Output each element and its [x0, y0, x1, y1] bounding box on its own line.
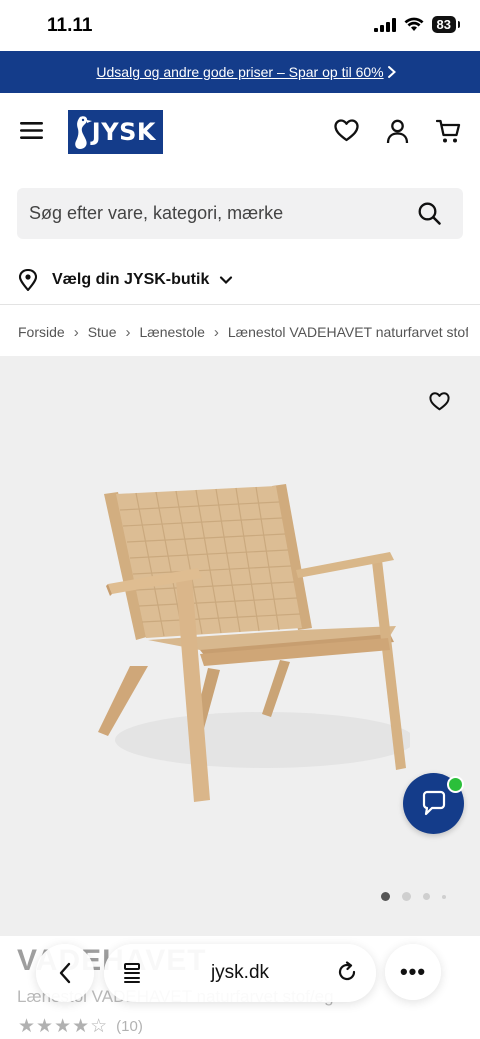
breadcrumb-current: Lænestol VADEHAVET naturfarvet stofteg — [227, 324, 468, 340]
search-placeholder: Søg efter vare, kategori, mærke — [29, 203, 284, 223]
breadcrumb-item[interactable]: Forside — [18, 324, 65, 340]
rating-stars-icon: ★★★★☆ — [18, 1016, 109, 1037]
pagination-dot[interactable] — [402, 892, 411, 901]
more-options-button[interactable]: ••• — [385, 944, 441, 1000]
signal-icon — [373, 17, 396, 32]
chat-bubble-icon — [422, 790, 445, 815]
breadcrumb-separator-icon: › — [125, 323, 131, 341]
goose-logo-icon — [75, 116, 92, 149]
logo-text: JYSK — [91, 118, 156, 146]
review-count: (10) — [116, 1018, 143, 1035]
account-icon[interactable] — [386, 119, 409, 144]
menu-icon[interactable] — [20, 121, 43, 140]
pagination-dot[interactable] — [442, 894, 446, 899]
gallery-pagination[interactable] — [381, 892, 446, 901]
location-pin-icon — [18, 269, 38, 291]
pagination-dot[interactable] — [423, 893, 430, 900]
pagination-dot-active[interactable] — [381, 892, 390, 901]
breadcrumb-separator-icon: › — [73, 323, 79, 341]
chevron-right-icon — [388, 66, 396, 78]
store-label: Vælg din JYSK-butik — [52, 271, 210, 288]
breadcrumb-separator-icon: › — [213, 323, 219, 341]
cart-icon[interactable] — [436, 119, 461, 144]
product-rating[interactable]: ★★★★☆ (10) — [18, 1015, 143, 1038]
battery-indicator: 83 — [431, 16, 461, 33]
heart-icon[interactable] — [334, 119, 359, 142]
chevron-left-icon — [59, 962, 71, 984]
jysk-logo[interactable]: JYSK — [68, 110, 163, 154]
breadcrumb-item[interactable]: Stue — [88, 324, 117, 340]
ellipsis-icon: ••• — [399, 959, 427, 984]
promo-banner[interactable]: Udsalg og andre gode priser – Spar op ti… — [0, 51, 480, 93]
browser-address-bar[interactable]: jysk.dk — [104, 944, 376, 1002]
status-time: 11.11 — [47, 15, 93, 36]
online-status-dot — [447, 776, 464, 793]
status-bar: 11.11 83 — [0, 0, 480, 51]
breadcrumb: Forside › Stue › Lænestole › Lænestol VA… — [18, 322, 468, 342]
status-indicators: 83 — [373, 16, 461, 33]
favorite-heart-icon[interactable] — [429, 392, 450, 411]
store-picker[interactable]: Vælg din JYSK-butik — [18, 265, 233, 295]
product-image — [98, 484, 410, 802]
reload-icon[interactable] — [336, 961, 358, 983]
site-header: JYSK — [0, 93, 480, 173]
promo-text[interactable]: Udsalg og andre gode priser – Spar op ti… — [96, 64, 383, 80]
wifi-icon — [404, 17, 424, 31]
browser-back-button[interactable] — [36, 944, 94, 1002]
breadcrumb-item[interactable]: Lænestole — [140, 324, 205, 340]
search-input[interactable]: Søg efter vare, kategori, mærke — [17, 188, 463, 239]
search-icon[interactable] — [418, 202, 441, 225]
divider — [0, 304, 480, 305]
chevron-down-icon — [220, 276, 233, 285]
